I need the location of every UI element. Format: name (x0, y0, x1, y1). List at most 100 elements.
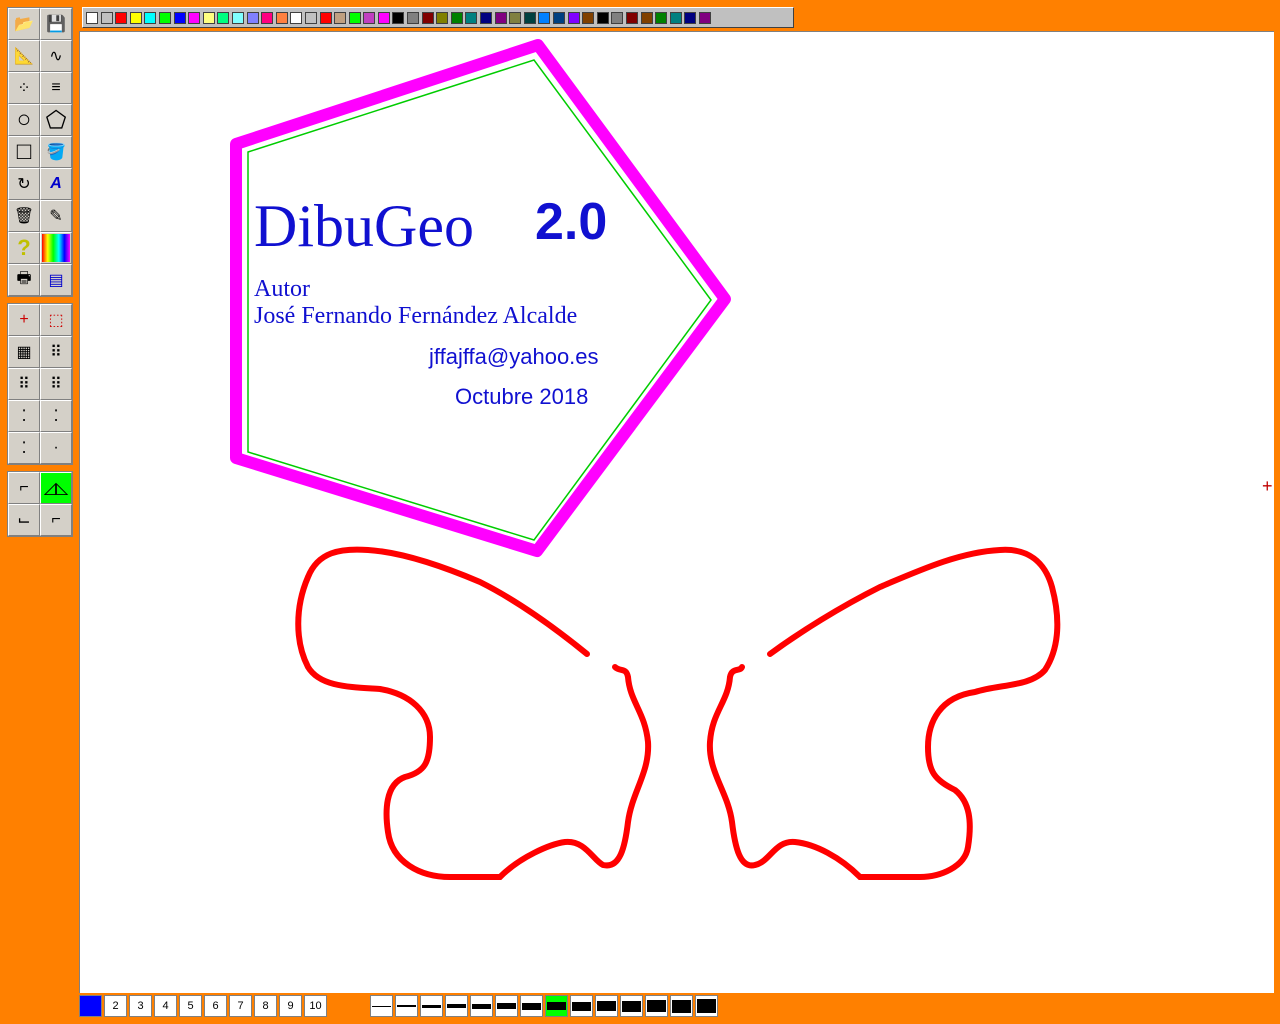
palette-swatch-24[interactable] (421, 11, 434, 24)
grid-dots-sparse-button[interactable]: ⁚ (8, 400, 40, 432)
stairs-button[interactable]: ⌐ (8, 472, 40, 504)
grid-dots-medium2-button[interactable]: ⠿ (40, 368, 72, 400)
text-button[interactable]: A (40, 168, 72, 200)
palette-swatch-26[interactable] (450, 11, 463, 24)
layer-button-3[interactable]: 3 (129, 995, 152, 1017)
palette-swatch-34[interactable] (567, 11, 580, 24)
line-width-button-6[interactable] (495, 995, 518, 1017)
line-width-button-2[interactable] (395, 995, 418, 1017)
line-width-button-10[interactable] (595, 995, 618, 1017)
line-width-button-5[interactable] (470, 995, 493, 1017)
palette-swatch-23[interactable] (407, 11, 420, 24)
layer-button-6[interactable]: 6 (204, 995, 227, 1017)
layer-button-4[interactable]: 4 (154, 995, 177, 1017)
line-width-button-14[interactable] (695, 995, 718, 1017)
palette-swatch-15[interactable] (290, 11, 303, 24)
layer-button-5[interactable]: 5 (179, 995, 202, 1017)
palette-swatch-10[interactable] (217, 11, 230, 24)
palette-swatch-31[interactable] (523, 11, 536, 24)
mirror-down-button[interactable]: ⌙ (8, 504, 40, 536)
grid-dots-wide2-button[interactable]: · (40, 432, 72, 464)
palette-swatch-8[interactable] (188, 11, 201, 24)
palette-swatch-6[interactable] (158, 11, 171, 24)
dashed-select-button[interactable]: ⬚ (40, 304, 72, 336)
curve-button[interactable]: ∿ (40, 40, 72, 72)
palette-swatch-43[interactable] (698, 11, 711, 24)
palette-swatch-33[interactable] (553, 11, 565, 24)
palette-swatch-14[interactable] (275, 11, 288, 24)
layer-button-2[interactable]: 2 (104, 995, 127, 1017)
open-button[interactable]: 📂 (8, 8, 40, 40)
palette-swatch-27[interactable] (465, 11, 478, 24)
palette-swatch-11[interactable] (231, 11, 244, 24)
palette-swatch-7[interactable] (173, 11, 186, 24)
layer-button-1[interactable] (79, 995, 102, 1017)
palette-swatch-25[interactable] (436, 11, 449, 24)
trash-button[interactable]: 🗑 (8, 200, 40, 232)
line-width-button-13[interactable] (670, 995, 693, 1017)
grid-dots-wide-button[interactable]: ⁚ (8, 432, 40, 464)
palette-swatch-28[interactable] (480, 11, 493, 24)
palette-swatch-42[interactable] (684, 11, 697, 24)
palette-swatch-37[interactable] (611, 11, 624, 24)
drawing-canvas[interactable]: DibuGeo 2.0 Autor José Fernando Fernánde… (79, 31, 1274, 993)
grid-dots-dense-button[interactable]: ⠿ (40, 336, 72, 368)
color-spectrum-button[interactable] (40, 232, 72, 264)
line-width-button-9[interactable] (570, 995, 593, 1017)
crosshair-button[interactable]: + (8, 304, 40, 336)
palette-swatch-9[interactable] (202, 11, 215, 24)
ruler-triangle-button[interactable]: 📐 (8, 40, 40, 72)
layer-button-7[interactable]: 7 (229, 995, 252, 1017)
line-weight-button[interactable]: ≡ (40, 72, 72, 104)
rotate-button[interactable]: ↻ (8, 168, 40, 200)
palette-swatch-39[interactable] (640, 11, 653, 24)
palette-swatch-5[interactable] (144, 11, 157, 24)
palette-swatch-18[interactable] (334, 11, 347, 24)
rectangle-button[interactable]: □ (8, 136, 40, 168)
line-width-button-3[interactable] (420, 995, 443, 1017)
palette-swatch-16[interactable] (304, 11, 317, 24)
palette-swatch-12[interactable] (246, 11, 259, 24)
palette-swatch-32[interactable] (538, 11, 551, 24)
palette-swatch-41[interactable] (669, 11, 682, 24)
palette-swatch-17[interactable] (319, 11, 332, 24)
mirror-diagonal-button[interactable]: ⌐ (40, 504, 72, 536)
grid-dots-medium-button[interactable]: ⠿ (8, 368, 40, 400)
line-width-button-12[interactable] (645, 995, 668, 1017)
palette-swatch-2[interactable] (100, 11, 113, 24)
layer-button-10[interactable]: 10 (304, 995, 327, 1017)
palette-swatch-4[interactable] (129, 11, 142, 24)
line-width-button-11[interactable] (620, 995, 643, 1017)
window-button[interactable]: ▤ (40, 264, 72, 296)
line-width-button-1[interactable] (370, 995, 393, 1017)
fill-bucket-button[interactable]: 🪣 (40, 136, 72, 168)
circle-button[interactable]: ○ (8, 104, 40, 136)
palette-swatch-40[interactable] (655, 11, 668, 24)
line-width-button-7[interactable] (520, 995, 543, 1017)
grid-dots-sparse2-button[interactable]: ⁚ (40, 400, 72, 432)
palette-swatch-30[interactable] (509, 11, 522, 24)
palette-swatch-36[interactable] (596, 11, 609, 24)
palette-swatch-22[interactable] (392, 11, 405, 24)
palette-swatch-35[interactable] (582, 11, 595, 24)
palette-swatch-20[interactable] (363, 11, 376, 24)
palette-swatch-1[interactable] (86, 11, 98, 24)
pencil-button[interactable]: ✎ (40, 200, 72, 232)
layer-button-8[interactable]: 8 (254, 995, 277, 1017)
palette-swatch-13[interactable] (261, 11, 274, 24)
print-button[interactable]: 🖶 (8, 264, 40, 296)
points-button[interactable]: ⁘ (8, 72, 40, 104)
palette-swatch-38[interactable] (625, 11, 638, 24)
save-button[interactable]: 💾 (40, 8, 72, 40)
grid-dense-button[interactable]: ▦ (8, 336, 40, 368)
mirror-vertical-button[interactable]: ◿◺ (40, 472, 72, 504)
palette-swatch-29[interactable] (494, 11, 507, 24)
palette-swatch-19[interactable] (348, 11, 361, 24)
line-width-button-4[interactable] (445, 995, 468, 1017)
line-width-button-8[interactable] (545, 995, 568, 1017)
layer-button-9[interactable]: 9 (279, 995, 302, 1017)
pentagon-button[interactable]: ⬠ (40, 104, 72, 136)
palette-swatch-3[interactable] (115, 11, 128, 24)
help-button[interactable]: ? (8, 232, 40, 264)
palette-swatch-21[interactable] (377, 11, 390, 24)
